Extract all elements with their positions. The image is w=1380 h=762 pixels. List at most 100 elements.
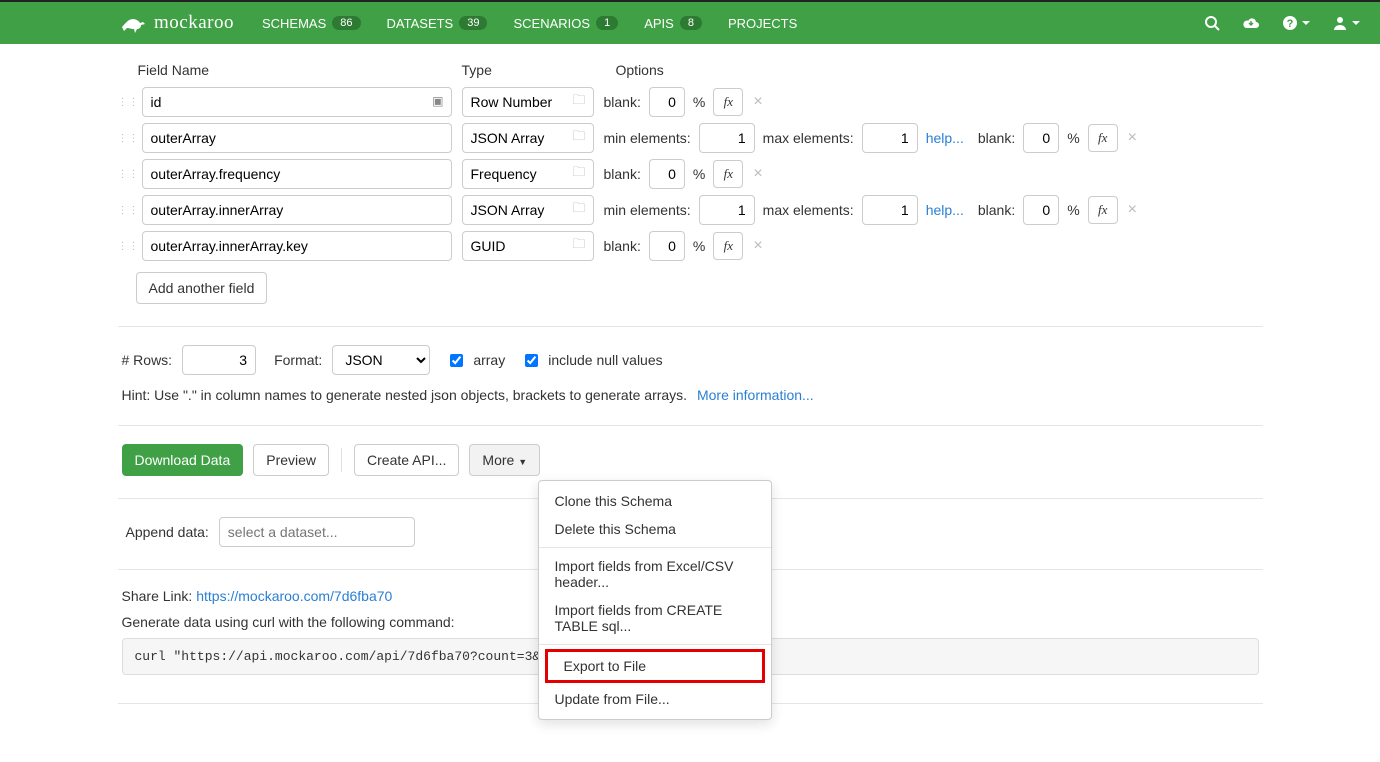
remove-icon[interactable]: × [1126, 201, 1139, 219]
field-row: ⋮⋮ 🗀 min elements: max elements: help...… [118, 120, 1263, 156]
drag-handle-icon[interactable]: ⋮⋮ [118, 169, 132, 180]
field-name-input[interactable] [142, 159, 452, 189]
brand-name: mockaroo [154, 12, 234, 34]
add-field-button[interactable]: Add another field [136, 272, 268, 304]
rows-input[interactable] [182, 345, 256, 375]
menu-clone-schema[interactable]: Clone this Schema [539, 487, 771, 515]
remove-icon[interactable]: × [751, 237, 764, 255]
help-icon[interactable]: ? [1282, 15, 1310, 31]
nav-apis[interactable]: APIS8 [644, 16, 702, 31]
nav-apis-badge: 8 [680, 16, 702, 30]
null-values-checkbox-label: include null values [548, 352, 662, 368]
collapse-icon[interactable]: ▣ [432, 94, 443, 108]
remove-icon[interactable]: × [751, 165, 764, 183]
rows-label: # Rows: [122, 352, 173, 368]
folder-icon[interactable]: 🗀 [572, 127, 585, 149]
nav-projects[interactable]: PROJECTS [728, 16, 797, 31]
array-checkbox[interactable] [450, 354, 463, 367]
schema-column-headers: Field Name Type Options [118, 62, 1263, 84]
null-values-checkbox[interactable] [525, 354, 538, 367]
nav-scenarios[interactable]: SCENARIOS1 [513, 16, 618, 31]
drag-handle-icon[interactable]: ⋮⋮ [118, 133, 132, 144]
nav-schemas[interactable]: SCHEMAS86 [262, 16, 361, 31]
folder-icon[interactable]: 🗀 [572, 235, 585, 257]
format-select[interactable]: JSON [332, 345, 430, 375]
nav-datasets[interactable]: DATASETS39 [387, 16, 488, 31]
blank-input[interactable] [649, 87, 685, 117]
max-elements-input[interactable] [862, 195, 918, 225]
min-elements-label: min elements: [604, 130, 691, 146]
menu-import-sql[interactable]: Import fields from CREATE TABLE sql... [539, 596, 771, 640]
search-icon[interactable] [1204, 15, 1220, 31]
divider [118, 326, 1263, 327]
field-row: ⋮⋮ 🗀 min elements: max elements: help...… [118, 192, 1263, 228]
share-link-url[interactable]: https://mockaroo.com/7d6fba70 [196, 588, 392, 604]
menu-export-to-file[interactable]: Export to File [545, 649, 765, 683]
percent-label: % [1067, 130, 1079, 146]
array-checkbox-label: array [473, 352, 505, 368]
user-icon[interactable] [1332, 15, 1360, 31]
divider [118, 425, 1263, 426]
field-name-input[interactable] [142, 195, 452, 225]
more-dropdown-button[interactable]: More ▼ [469, 444, 540, 476]
percent-label: % [693, 238, 705, 254]
min-elements-label: min elements: [604, 202, 691, 218]
fx-button[interactable]: fx [1088, 124, 1118, 152]
blank-input[interactable] [1023, 195, 1059, 225]
menu-update-from-file[interactable]: Update from File... [539, 685, 771, 713]
share-link-label: Share Link: [122, 588, 197, 604]
help-link[interactable]: help... [926, 130, 964, 146]
menu-delete-schema[interactable]: Delete this Schema [539, 515, 771, 543]
menu-import-excel[interactable]: Import fields from Excel/CSV header... [539, 552, 771, 596]
main-nav: SCHEMAS86 DATASETS39 SCENARIOS1 APIS8 PR… [262, 16, 797, 31]
header-options: Options [616, 62, 664, 78]
more-information-link[interactable]: More information... [697, 387, 814, 403]
drag-handle-icon[interactable]: ⋮⋮ [118, 97, 132, 108]
menu-divider [539, 644, 771, 645]
cloud-download-icon[interactable] [1242, 16, 1260, 30]
blank-input[interactable] [1023, 123, 1059, 153]
folder-icon[interactable]: 🗀 [572, 91, 585, 113]
folder-icon[interactable]: 🗀 [572, 199, 585, 221]
main-content: Field Name Type Options ⋮⋮ ▣ 🗀 blank: % … [118, 44, 1263, 762]
blank-input[interactable] [649, 159, 685, 189]
output-config-row: # Rows: Format: JSON array include null … [118, 345, 1263, 387]
field-row: ⋮⋮ 🗀 blank: % fx × [118, 156, 1263, 192]
min-elements-input[interactable] [699, 195, 755, 225]
blank-label: blank: [604, 238, 641, 254]
blank-label: blank: [604, 94, 641, 110]
field-row: ⋮⋮ 🗀 blank: % fx × [118, 228, 1263, 264]
action-button-row: Download Data Preview Create API... More… [118, 444, 1263, 476]
field-row: ⋮⋮ ▣ 🗀 blank: % fx × [118, 84, 1263, 120]
append-data-label: Append data: [126, 524, 209, 540]
svg-text:?: ? [1287, 18, 1294, 30]
min-elements-input[interactable] [699, 123, 755, 153]
max-elements-input[interactable] [862, 123, 918, 153]
blank-label: blank: [604, 166, 641, 182]
drag-handle-icon[interactable]: ⋮⋮ [118, 205, 132, 216]
blank-input[interactable] [649, 231, 685, 261]
field-name-input[interactable] [142, 87, 452, 117]
remove-icon[interactable]: × [1126, 129, 1139, 147]
preview-button[interactable]: Preview [253, 444, 329, 476]
remove-icon[interactable]: × [751, 93, 764, 111]
percent-label: % [1067, 202, 1079, 218]
download-data-button[interactable]: Download Data [122, 444, 244, 476]
folder-icon[interactable]: 🗀 [572, 163, 585, 185]
field-name-input[interactable] [142, 231, 452, 261]
create-api-button[interactable]: Create API... [354, 444, 459, 476]
drag-handle-icon[interactable]: ⋮⋮ [118, 241, 132, 252]
nesting-hint: Hint: Use "." in column names to generat… [118, 387, 1263, 403]
fx-button[interactable]: fx [713, 88, 743, 116]
append-dataset-input[interactable] [219, 517, 415, 547]
fx-button[interactable]: fx [1088, 196, 1118, 224]
fx-button[interactable]: fx [713, 232, 743, 260]
divider [341, 448, 342, 472]
max-elements-label: max elements: [763, 130, 854, 146]
brand-logo[interactable]: mockaroo [120, 12, 234, 34]
fx-button[interactable]: fx [713, 160, 743, 188]
percent-label: % [693, 94, 705, 110]
blank-label: blank: [978, 130, 1015, 146]
field-name-input[interactable] [142, 123, 452, 153]
help-link[interactable]: help... [926, 202, 964, 218]
